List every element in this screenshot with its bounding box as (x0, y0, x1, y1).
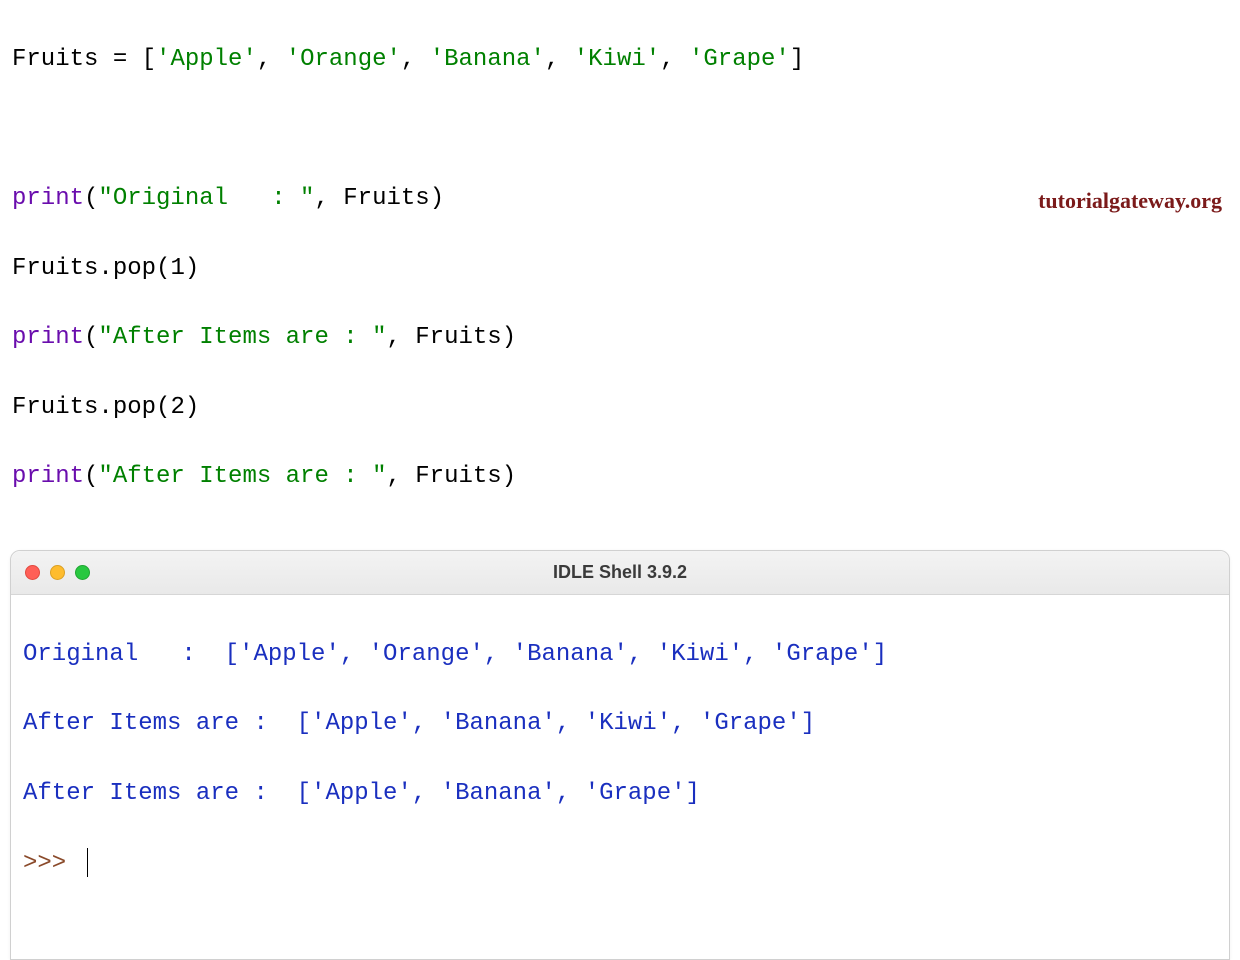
token-paren: ( (84, 185, 98, 212)
token-paren: ) (185, 394, 199, 421)
token-builtin: print (12, 324, 84, 351)
token-comma: , (401, 46, 430, 73)
token-dot: . (98, 394, 112, 421)
token-bracket: ] (790, 46, 804, 73)
code-line: Fruits.pop(1) (12, 252, 1228, 287)
token-string: 'Orange' (286, 46, 401, 73)
zoom-window-button[interactable] (75, 565, 90, 580)
shell-line: After Items are : ['Apple', 'Banana', 'K… (23, 707, 1217, 742)
window-title: IDLE Shell 3.9.2 (11, 562, 1229, 583)
token-method: pop (113, 255, 156, 282)
code-line: Fruits.pop(2) (12, 391, 1228, 426)
token-dot: . (98, 255, 112, 282)
token-paren: ( (84, 324, 98, 351)
token-comma: , (545, 46, 574, 73)
code-line: print("After Items are : ", Fruits) (12, 321, 1228, 356)
watermark: tutorialgateway.org (1038, 188, 1222, 214)
token-builtin: print (12, 463, 84, 490)
token-string: "After Items are : " (98, 324, 386, 351)
token-paren: ( (156, 255, 170, 282)
token-builtin: print (12, 185, 84, 212)
token-number: 2 (170, 394, 184, 421)
code-editor[interactable]: Fruits = ['Apple', 'Orange', 'Banana', '… (0, 0, 1240, 542)
token-bracket: [ (142, 46, 156, 73)
window-titlebar[interactable]: IDLE Shell 3.9.2 (11, 551, 1229, 595)
token-comma: , (660, 46, 689, 73)
traffic-lights (11, 565, 90, 580)
token-operator: = (98, 46, 141, 73)
close-window-button[interactable] (25, 565, 40, 580)
token-variable: Fruits (12, 255, 98, 282)
token-paren: ( (156, 394, 170, 421)
token-comma: , (386, 324, 415, 351)
shell-line: After Items are : ['Apple', 'Banana', 'G… (23, 777, 1217, 812)
token-string: 'Grape' (689, 46, 790, 73)
token-string: 'Kiwi' (574, 46, 660, 73)
token-variable: Fruits (343, 185, 429, 212)
token-string: 'Apple' (156, 46, 257, 73)
token-variable: Fruits (415, 324, 501, 351)
minimize-window-button[interactable] (50, 565, 65, 580)
token-variable: Fruits (12, 46, 98, 73)
token-string: "After Items are : " (98, 463, 386, 490)
text-cursor-icon (87, 848, 88, 877)
shell-prompt-line[interactable]: >>> (23, 847, 1217, 882)
shell-prompt: >>> (23, 850, 81, 877)
code-line: print("After Items are : ", Fruits) (12, 460, 1228, 495)
token-comma: , (257, 46, 286, 73)
token-method: pop (113, 394, 156, 421)
token-comma: , (314, 185, 343, 212)
token-paren: ) (502, 463, 516, 490)
shell-output[interactable]: Original : ['Apple', 'Orange', 'Banana',… (11, 595, 1229, 959)
token-paren: ) (430, 185, 444, 212)
token-paren: ( (84, 463, 98, 490)
shell-line: Original : ['Apple', 'Orange', 'Banana',… (23, 638, 1217, 673)
token-number: 1 (170, 255, 184, 282)
code-line: Fruits = ['Apple', 'Orange', 'Banana', '… (12, 43, 1228, 78)
code-line-blank (12, 112, 1228, 147)
idle-shell-window: IDLE Shell 3.9.2 Original : ['Apple', 'O… (10, 550, 1230, 960)
token-variable: Fruits (415, 463, 501, 490)
token-string: 'Banana' (430, 46, 545, 73)
token-comma: , (386, 463, 415, 490)
token-variable: Fruits (12, 394, 98, 421)
token-paren: ) (185, 255, 199, 282)
token-string: "Original : " (98, 185, 314, 212)
token-paren: ) (502, 324, 516, 351)
